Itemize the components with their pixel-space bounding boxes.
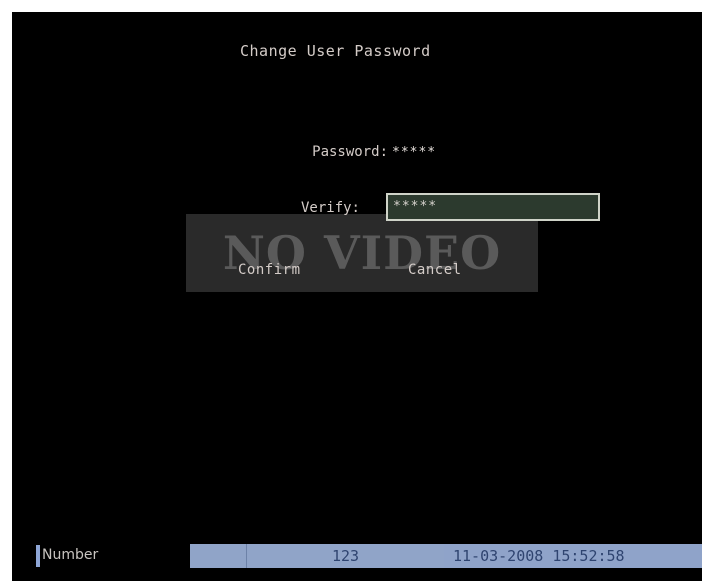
verify-field-value: *****	[393, 199, 438, 214]
number-input[interactable]: 123	[190, 544, 444, 568]
dvr-screen: NO VIDEO Change User Password Password: …	[12, 12, 702, 581]
datetime-value: 11-03-2008 15:52:58	[453, 547, 625, 565]
number-value: 123	[331, 547, 360, 565]
page-title: Change User Password	[240, 42, 431, 60]
cancel-button[interactable]: Cancel	[408, 262, 462, 278]
password-field[interactable]: *****	[392, 145, 436, 160]
verify-field[interactable]: *****	[386, 193, 600, 221]
confirm-button[interactable]: Confirm	[238, 262, 301, 278]
datetime-display: 11-03-2008 15:52:58	[444, 544, 702, 568]
status-marker	[36, 545, 40, 567]
status-bar: Number 123 11-03-2008 15:52:58	[12, 543, 702, 569]
number-label: Number	[42, 547, 99, 563]
password-label: Password:	[312, 144, 388, 160]
no-video-overlay: NO VIDEO	[186, 214, 538, 292]
verify-label: Verify:	[300, 200, 360, 216]
